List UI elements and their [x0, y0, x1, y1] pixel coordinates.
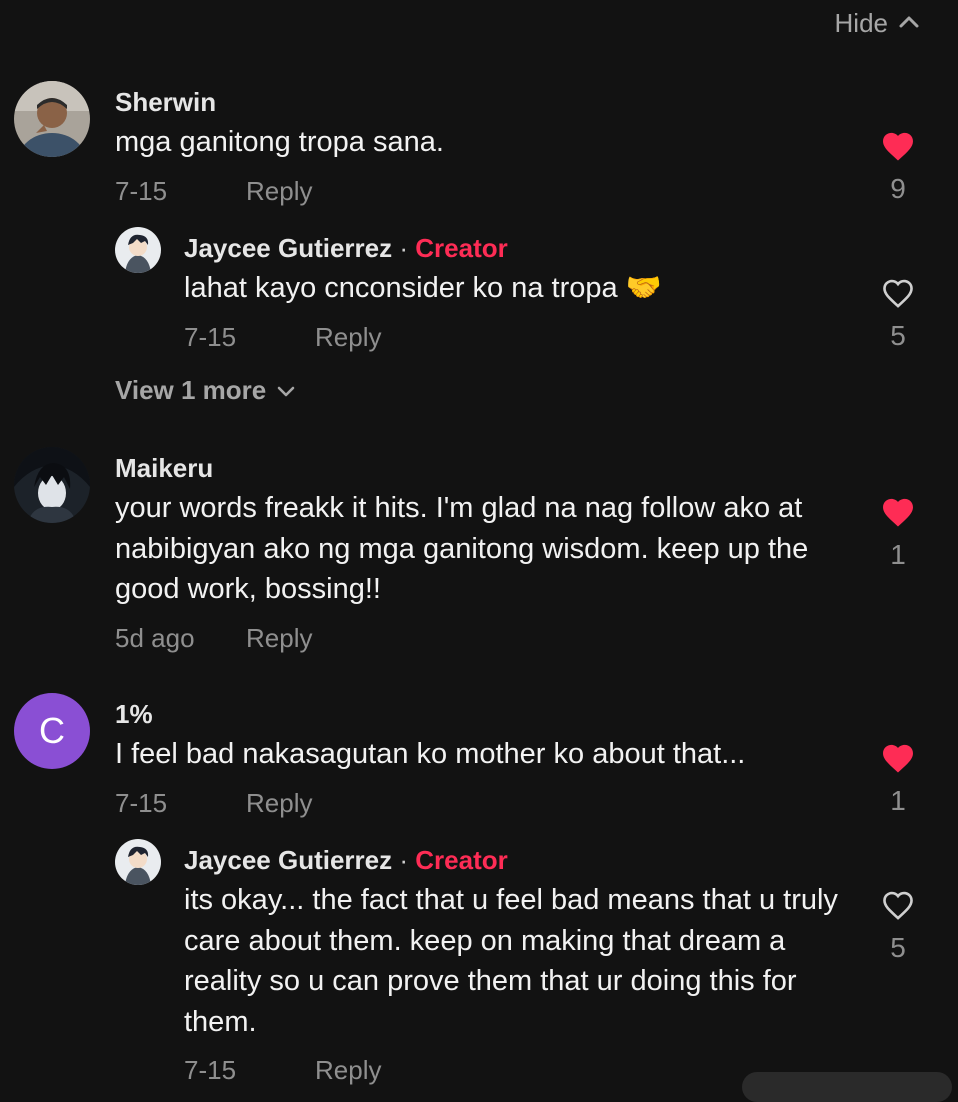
separator-dot: ·	[399, 845, 409, 875]
comment-date: 5d ago	[115, 623, 195, 653]
heart-filled-icon	[880, 496, 916, 533]
username[interactable]: Jaycee Gutierrez	[184, 233, 392, 263]
reply-button[interactable]: Reply	[315, 322, 381, 353]
reply-button[interactable]: Reply	[246, 623, 312, 654]
comment-text: your words freakk it hits. I'm glad na n…	[115, 492, 809, 605]
like-button[interactable]: 5	[878, 277, 918, 352]
comment-date: 7-15	[184, 1055, 237, 1085]
comment-text: lahat kayo cnconsider ko na tropa 🤝	[184, 272, 662, 304]
avatar[interactable]	[14, 447, 90, 523]
avatar[interactable]	[115, 227, 161, 273]
chevron-down-icon	[276, 375, 296, 406]
comment-text: its okay... the fact that u feel bad mea…	[184, 884, 838, 1038]
username[interactable]: Maikeru	[115, 453, 213, 483]
chevron-up-icon	[898, 13, 920, 34]
view-more-replies-button[interactable]: View 1 more	[115, 375, 296, 406]
comment-text: mga ganitong tropa sana.	[115, 126, 444, 158]
heart-outline-icon	[880, 277, 916, 314]
comment-date: 7-15	[115, 176, 168, 206]
avatar[interactable]: C	[14, 693, 90, 769]
username[interactable]: 1%	[115, 699, 153, 729]
reply-button[interactable]: Reply	[315, 1055, 381, 1086]
like-button[interactable]: 9	[878, 130, 918, 205]
separator-dot: ·	[399, 233, 409, 263]
hide-label: Hide	[834, 8, 888, 38]
heart-filled-icon	[880, 130, 916, 167]
like-button[interactable]: 1	[878, 496, 918, 571]
like-count: 1	[890, 785, 906, 816]
bottom-bar-edge	[742, 1072, 952, 1102]
avatar[interactable]	[115, 839, 161, 885]
like-button[interactable]: 1	[878, 742, 918, 817]
reply-button[interactable]: Reply	[246, 788, 312, 819]
comment-date: 7-15	[115, 788, 168, 818]
hide-replies-button[interactable]: Hide	[835, 8, 920, 39]
like-count: 9	[890, 173, 906, 204]
creator-badge: Creator	[415, 845, 508, 875]
view-more-label: View 1 more	[115, 375, 267, 405]
creator-badge: Creator	[415, 233, 508, 263]
username[interactable]: Sherwin	[115, 87, 216, 117]
heart-outline-icon	[880, 889, 916, 926]
like-button[interactable]: 5	[878, 889, 918, 964]
comment-date: 7-15	[184, 322, 237, 352]
username[interactable]: Jaycee Gutierrez	[184, 845, 392, 875]
avatar-letter: C	[39, 710, 65, 751]
avatar[interactable]	[14, 81, 90, 157]
like-count: 1	[890, 539, 906, 570]
reply-button[interactable]: Reply	[246, 176, 312, 207]
comment-text: I feel bad nakasagutan ko mother ko abou…	[115, 738, 746, 770]
heart-filled-icon	[880, 742, 916, 779]
like-count: 5	[890, 932, 906, 963]
like-count: 5	[890, 320, 906, 351]
